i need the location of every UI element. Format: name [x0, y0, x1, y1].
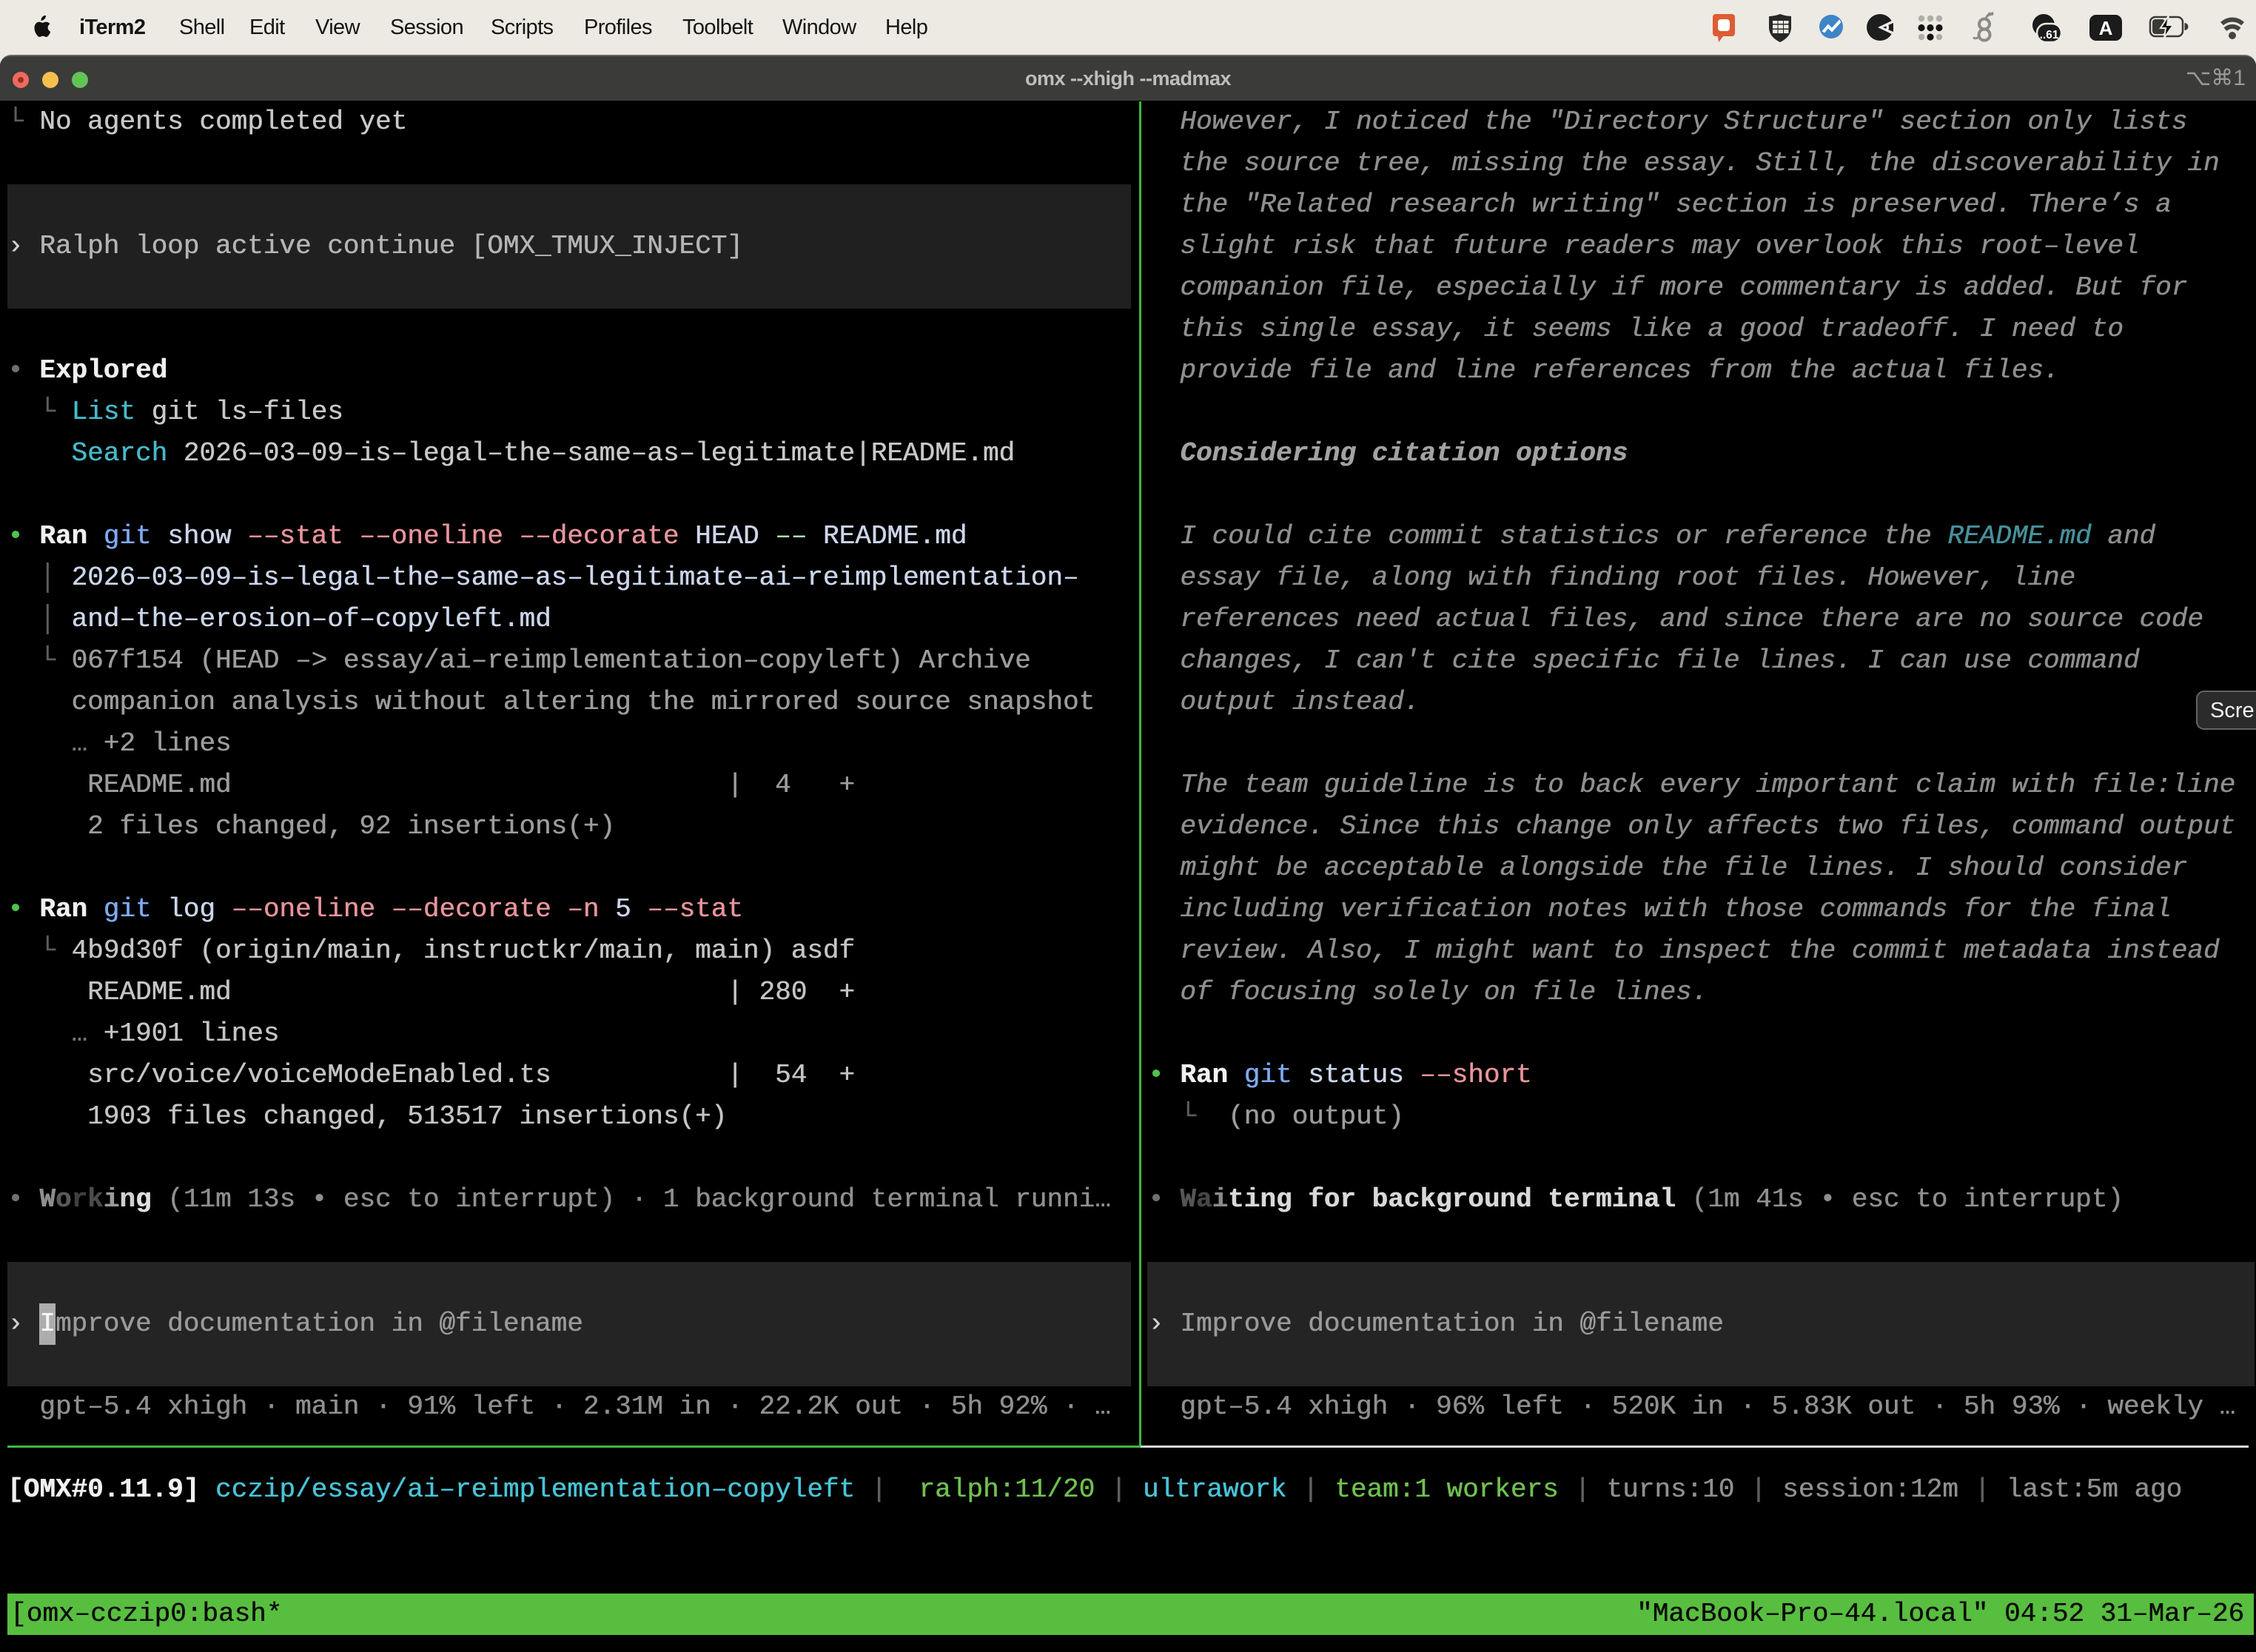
svg-text:A: A: [2099, 17, 2113, 39]
svg-text:..61: ..61: [2040, 29, 2059, 41]
